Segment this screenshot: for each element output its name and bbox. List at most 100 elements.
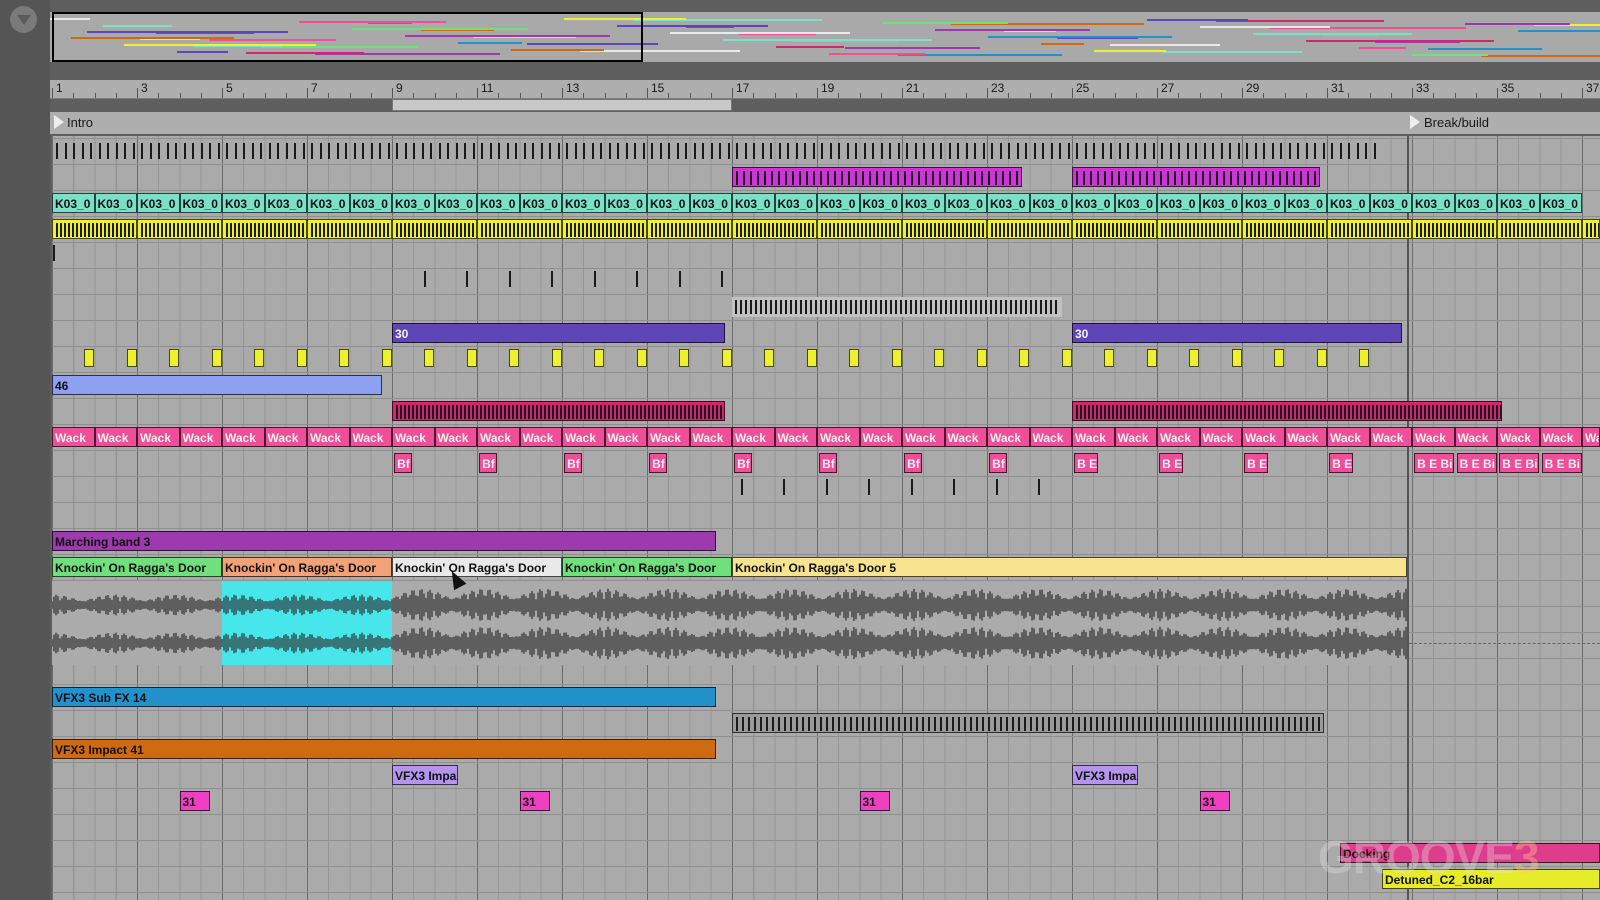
yellow-note-clip[interactable]	[976, 349, 987, 367]
wacky-clip[interactable]: Wack	[179, 427, 222, 447]
k03-clip[interactable]: K03_0	[434, 193, 477, 213]
k03-clip[interactable]: K03_0	[307, 193, 350, 213]
bf-clip[interactable]: Bf	[904, 453, 923, 473]
k03-clip[interactable]: K03_0	[137, 193, 180, 213]
yellow-note-clip[interactable]	[1231, 349, 1242, 367]
bebi-clip[interactable]: B E Bi	[1456, 453, 1497, 473]
k03-clip[interactable]: K03_0	[987, 193, 1030, 213]
app-logo-icon[interactable]	[10, 6, 37, 33]
hotpink-31-clip[interactable]: 31	[859, 791, 890, 811]
white-pattern-clip[interactable]	[732, 297, 1062, 317]
wacky-clip[interactable]: Wack	[1199, 427, 1242, 447]
wacky-clip[interactable]: Wack	[647, 427, 690, 447]
k03-clip[interactable]: K03_0	[817, 193, 860, 213]
hotpink-31-clip[interactable]: 31	[519, 791, 550, 811]
yellow-clip[interactable]	[987, 219, 1072, 239]
yellow-note-clip[interactable]	[424, 349, 434, 367]
yellow-note-clip[interactable]	[594, 349, 604, 367]
k03-clip[interactable]: K03_0	[604, 193, 647, 213]
yellow-clip[interactable]	[477, 219, 562, 239]
dark-pattern-clip[interactable]	[732, 713, 1324, 733]
hotpink-31-clip[interactable]: 31	[1199, 791, 1230, 811]
yellow-note-clip[interactable]	[254, 349, 264, 367]
magenta-clip[interactable]	[1072, 167, 1320, 187]
yellow-clip[interactable]	[562, 219, 647, 239]
yellow-clip[interactable]	[392, 219, 477, 239]
yellow-note-clip[interactable]	[1146, 349, 1157, 367]
bf-clip[interactable]: Bf	[564, 453, 583, 473]
k03-clip[interactable]: K03_0	[1369, 193, 1412, 213]
crimson-pattern-clip[interactable]	[1072, 401, 1502, 421]
k03-clip[interactable]: K03_0	[519, 193, 562, 213]
yellow-note-clip[interactable]	[1019, 349, 1029, 367]
wacky-clip[interactable]: Wack	[264, 427, 307, 447]
arrangement-overview[interactable]	[50, 12, 1600, 62]
crimson-pattern-clip[interactable]	[392, 401, 725, 421]
intro-locator-icon[interactable]	[54, 115, 64, 129]
yellow-note-clip[interactable]	[849, 349, 859, 367]
wacky-clip[interactable]: Wack	[774, 427, 817, 447]
be-clip[interactable]: B E	[1329, 453, 1354, 473]
wacky-clip[interactable]: Wack	[1497, 427, 1540, 447]
wacky-clip[interactable]: Wack	[604, 427, 647, 447]
wacky-clip[interactable]: Wack	[944, 427, 987, 447]
impact-clip[interactable]: VFX3 Impact 41	[52, 739, 716, 759]
k03-clip[interactable]: K03_0	[222, 193, 265, 213]
k03-clip[interactable]: K03_0	[1497, 193, 1540, 213]
wacky-clip[interactable]: Wack	[1412, 427, 1455, 447]
yellow-note-clip[interactable]	[636, 349, 647, 367]
k03-clip[interactable]: K03_0	[902, 193, 945, 213]
wacky-clip[interactable]: Wack	[1114, 427, 1157, 447]
yellow-note-clip[interactable]	[339, 349, 349, 367]
bf-clip[interactable]: Bf	[479, 453, 498, 473]
audio-clip-header[interactable]: Knockin' On Ragga's Door	[52, 557, 222, 577]
marching-band-clip[interactable]: Marching band 3	[52, 531, 716, 551]
yellow-clip[interactable]	[1327, 219, 1412, 239]
k03-clip[interactable]: K03_0	[1157, 193, 1200, 213]
yellow-note-clip[interactable]	[169, 349, 179, 367]
audio-clip-header[interactable]: Knockin' On Ragga's Door	[562, 557, 732, 577]
bebi-clip[interactable]: B E Bi	[1499, 453, 1540, 473]
k03-clip[interactable]: K03_0	[774, 193, 817, 213]
yellow-note-clip[interactable]	[679, 349, 689, 367]
yellow-clip[interactable]	[137, 219, 222, 239]
k03-clip[interactable]: K03_0	[1072, 193, 1115, 213]
arrangement-grid[interactable]: K03_0 K03_0 K03_0 K03_0 K03_0 K03_0 K03_0 K03_0…	[52, 136, 1600, 900]
wacky-clip[interactable]: Wack	[94, 427, 137, 447]
yellow-note-clip[interactable]	[84, 349, 94, 367]
bf-clip[interactable]: Bf	[394, 453, 413, 473]
wacky-clip[interactable]: Wack	[732, 427, 775, 447]
bf-clip[interactable]: Bf	[989, 453, 1008, 473]
wacky-clip[interactable]: Wack	[1327, 427, 1370, 447]
yellow-note-clip[interactable]	[509, 349, 519, 367]
yellow-note-clip[interactable]	[1316, 349, 1327, 367]
yellow-note-clip[interactable]	[126, 349, 137, 367]
yellow-clip[interactable]	[732, 219, 817, 239]
be-clip[interactable]: B E	[1159, 453, 1184, 473]
yellow-clip[interactable]	[902, 219, 987, 239]
k03-clip[interactable]: K03_0	[1029, 193, 1072, 213]
be-clip[interactable]: B E	[1074, 453, 1099, 473]
yellow-note-clip[interactable]	[764, 349, 774, 367]
locator-intro[interactable]: Intro	[67, 115, 93, 130]
k03-clip[interactable]: K03_0	[1539, 193, 1582, 213]
wacky-clip[interactable]: Wack	[519, 427, 562, 447]
yellow-clip[interactable]	[817, 219, 902, 239]
purple-30-clip[interactable]: 30	[1072, 323, 1402, 343]
bebi-clip[interactable]: B E Bi	[1414, 453, 1455, 473]
yellow-note-clip[interactable]	[721, 349, 732, 367]
wacky-clip[interactable]: Wack	[307, 427, 350, 447]
loop-brace[interactable]	[392, 99, 732, 111]
wacky-clip[interactable]: Wack	[349, 427, 392, 447]
wacky-clip[interactable]: Wack	[1157, 427, 1200, 447]
yellow-note-clip[interactable]	[806, 349, 817, 367]
k03-clip[interactable]: K03_0	[1242, 193, 1285, 213]
yellow-note-clip[interactable]	[211, 349, 222, 367]
hotpink-31-clip[interactable]: 31	[179, 791, 210, 811]
bebi-clip[interactable]: B E Bi	[1541, 453, 1582, 473]
be-clip[interactable]: B E	[1244, 453, 1269, 473]
purple-30-clip[interactable]: 30	[392, 323, 725, 343]
wacky-clip[interactable]: Wack	[859, 427, 902, 447]
wacky-clip[interactable]: Wack	[434, 427, 477, 447]
k03-clip[interactable]: K03_0	[859, 193, 902, 213]
